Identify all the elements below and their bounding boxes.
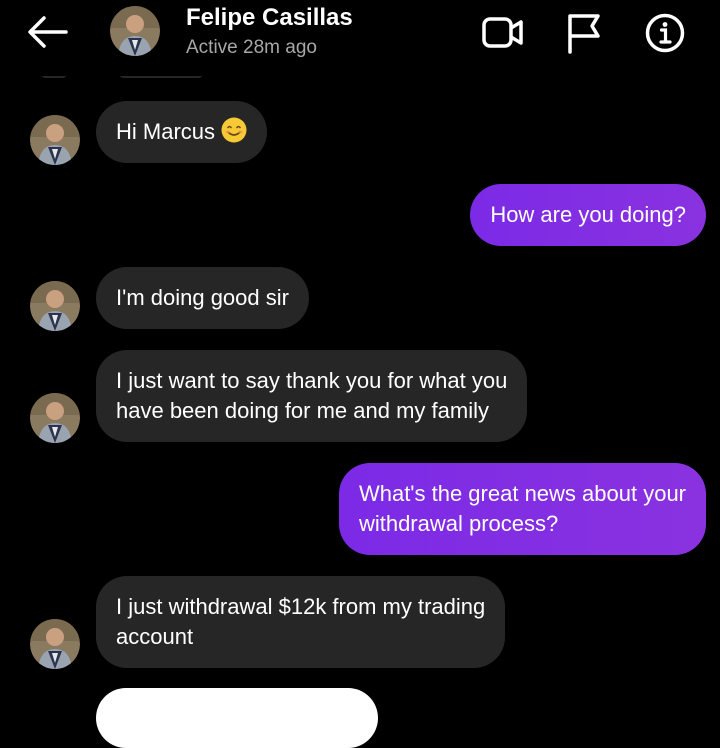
incoming-message[interactable]: I just withdrawal $12k from my trading a… (96, 576, 506, 668)
sender-avatar[interactable] (30, 115, 80, 165)
info-button[interactable] (642, 12, 688, 54)
message-text-line: withdrawal process? (358, 511, 559, 536)
contact-avatar[interactable] (110, 6, 160, 56)
message-text: I'm doing good sir (116, 285, 289, 310)
message-text-line: have been doing for me and my family (116, 398, 489, 423)
chat-header: Felipe Casillas Active 28m ago (0, 0, 720, 76)
message-text: Hi Marcus (116, 119, 216, 144)
outgoing-message[interactable]: How are you doing? (470, 184, 706, 246)
back-button[interactable] (22, 10, 72, 54)
incoming-message[interactable]: I'm doing good sir (96, 267, 309, 329)
sender-avatar[interactable] (30, 619, 80, 669)
attachment-preview[interactable] (96, 688, 378, 748)
sender-avatar[interactable] (30, 393, 80, 443)
active-status: Active 28m ago (186, 37, 317, 58)
outgoing-message[interactable]: What's the great news about your withdra… (338, 463, 706, 555)
video-call-button[interactable] (480, 12, 526, 54)
info-icon (645, 13, 685, 53)
contact-name[interactable]: Felipe Casillas (186, 4, 353, 32)
incoming-message[interactable]: I just want to say thank you for what yo… (96, 350, 528, 442)
message-text-line: account (116, 624, 194, 649)
smiling-face-emoji-icon (221, 117, 247, 143)
video-call-icon (482, 17, 523, 48)
incoming-message[interactable]: Hi Marcus (96, 101, 268, 163)
sender-avatar[interactable] (30, 281, 80, 331)
message-text-line: I just withdrawal $12k from my trading (116, 594, 486, 619)
back-arrow-icon (28, 16, 68, 48)
flag-icon (568, 14, 600, 54)
message-text-line: I just want to say thank you for what yo… (116, 368, 508, 393)
report-button[interactable] (562, 12, 608, 54)
message-text-line: What's the great news about your (358, 481, 686, 506)
message-text: How are you doing? (490, 202, 686, 227)
